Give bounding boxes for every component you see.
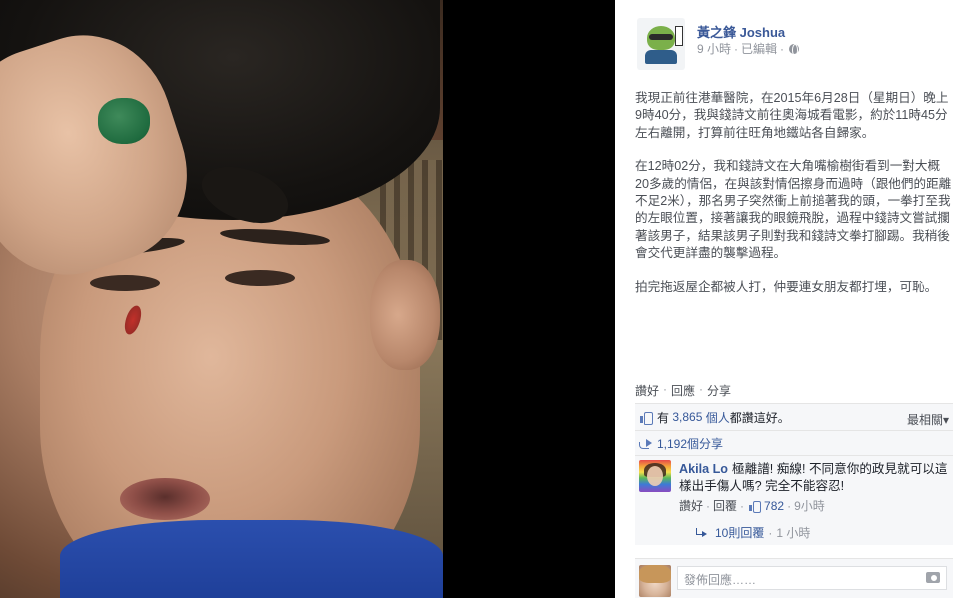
- photo-brow-right: [219, 226, 331, 248]
- photo-green-nail: [98, 98, 150, 144]
- likes-summary: 有 3,865 個人 都讚這好。 最相關▾: [635, 404, 953, 430]
- comment-input[interactable]: 發佈回應……: [677, 566, 947, 590]
- avatar-glasses: [649, 34, 673, 40]
- comment-action[interactable]: 回應: [671, 382, 695, 399]
- comment-reply-button[interactable]: 回覆: [713, 497, 737, 514]
- post-meta: 9 小時 · 已編輯 ·: [697, 40, 800, 57]
- author-avatar[interactable]: [637, 18, 685, 70]
- comment-sep: ·: [706, 498, 711, 513]
- likes-people[interactable]: 個人: [706, 409, 730, 426]
- thumbs-up-icon: [639, 411, 653, 425]
- post-paragraph: 拍完拖返屋企都被人打，仲要連女朋友都打埋，可恥。: [635, 279, 938, 294]
- avatar-tag: [675, 26, 683, 46]
- comment-like-button[interactable]: 讚好: [679, 497, 703, 514]
- comment-body: Akila Lo 極離譜! 痴線! 不同意你的政見就可以這樣出手傷人嗎? 完全不能…: [679, 461, 949, 495]
- comment-item: Akila Lo 極離譜! 痴線! 不同意你的政見就可以這樣出手傷人嗎? 完全不能…: [635, 455, 953, 545]
- likes-suffix: 都讚這好。: [729, 410, 790, 425]
- replies-time: 1 小時: [776, 526, 811, 540]
- view-replies-link[interactable]: 10則回覆 · 1 小時: [695, 524, 810, 541]
- photo-eye-left: [90, 275, 160, 291]
- like-action[interactable]: 讚好: [635, 382, 659, 399]
- action-sep: ·: [663, 382, 668, 396]
- comment-sep: ·: [787, 498, 792, 513]
- share-arrow-icon: [639, 438, 652, 449]
- engagement-box: 有 3,865 個人 都讚這好。 最相關▾ 1,192個分享: [635, 403, 953, 456]
- likes-count[interactable]: 3,865: [672, 410, 702, 424]
- likes-prefix: 有: [657, 410, 670, 425]
- comment-meta: 讚好 · 回覆 · 782 · 9小時: [679, 497, 825, 514]
- photo-viewer[interactable]: [0, 0, 615, 598]
- post-photo[interactable]: [0, 0, 443, 598]
- viewer-avatar: [639, 565, 671, 597]
- meta-sep: ·: [734, 41, 739, 56]
- reply-arrow-icon: [695, 527, 707, 538]
- post-header: 黃之鋒 Joshua 9 小時 · 已編輯 ·: [637, 18, 937, 70]
- post-paragraph: 我現正前往港華醫院，在2015年6月28日（星期日）晚上9時40分，我與錢詩文前…: [635, 91, 949, 140]
- photo-shirt: [60, 520, 443, 598]
- replies-count[interactable]: 10則回覆: [715, 524, 764, 541]
- post-time[interactable]: 9 小時: [697, 40, 731, 57]
- camera-icon[interactable]: [926, 572, 940, 583]
- comment-sort-dropdown[interactable]: 最相關▾: [907, 411, 949, 428]
- author-name[interactable]: 黃之鋒 Joshua: [697, 22, 785, 41]
- viewer-hair: [639, 565, 671, 583]
- comment-composer: 發佈回應……: [635, 558, 953, 598]
- photo-ear: [370, 260, 440, 370]
- share-action[interactable]: 分享: [707, 382, 731, 399]
- meta-sep: ·: [780, 41, 785, 56]
- globe-icon[interactable]: [789, 43, 800, 56]
- commenter-face: [647, 466, 663, 486]
- post-body: 我現正前往港華醫院，在2015年6月28日（星期日）晚上9時40分，我與錢詩文前…: [635, 90, 953, 312]
- comment-like-count[interactable]: 782: [764, 499, 784, 513]
- action-sep: ·: [699, 382, 704, 396]
- post-actions: 讚好 · 回應 · 分享: [635, 382, 731, 399]
- comment-time[interactable]: 9小時: [794, 497, 825, 514]
- post-edited[interactable]: 已編輯: [741, 40, 777, 57]
- shares-count[interactable]: 1,192個分享: [657, 435, 723, 452]
- shares-summary[interactable]: 1,192個分享: [635, 430, 953, 456]
- photo-eye-right: [225, 270, 295, 286]
- post-side-panel: 黃之鋒 Joshua 9 小時 · 已編輯 · 我現正前往港華醫院，在2015年…: [615, 0, 953, 598]
- avatar-body: [645, 50, 677, 64]
- photo-mouth: [120, 478, 210, 520]
- commenter-avatar[interactable]: [639, 460, 671, 492]
- post-paragraph: 在12時02分，我和錢詩文在大角嘴榆樹街看到一對大概20多歲的情侶，在與該對情侶…: [635, 159, 952, 261]
- comment-sep: ·: [740, 498, 745, 513]
- replies-sep: ·: [768, 525, 773, 540]
- thumbs-up-icon: [749, 500, 762, 513]
- commenter-name[interactable]: Akila Lo: [679, 462, 728, 476]
- comment-input-placeholder: 發佈回應……: [684, 573, 757, 587]
